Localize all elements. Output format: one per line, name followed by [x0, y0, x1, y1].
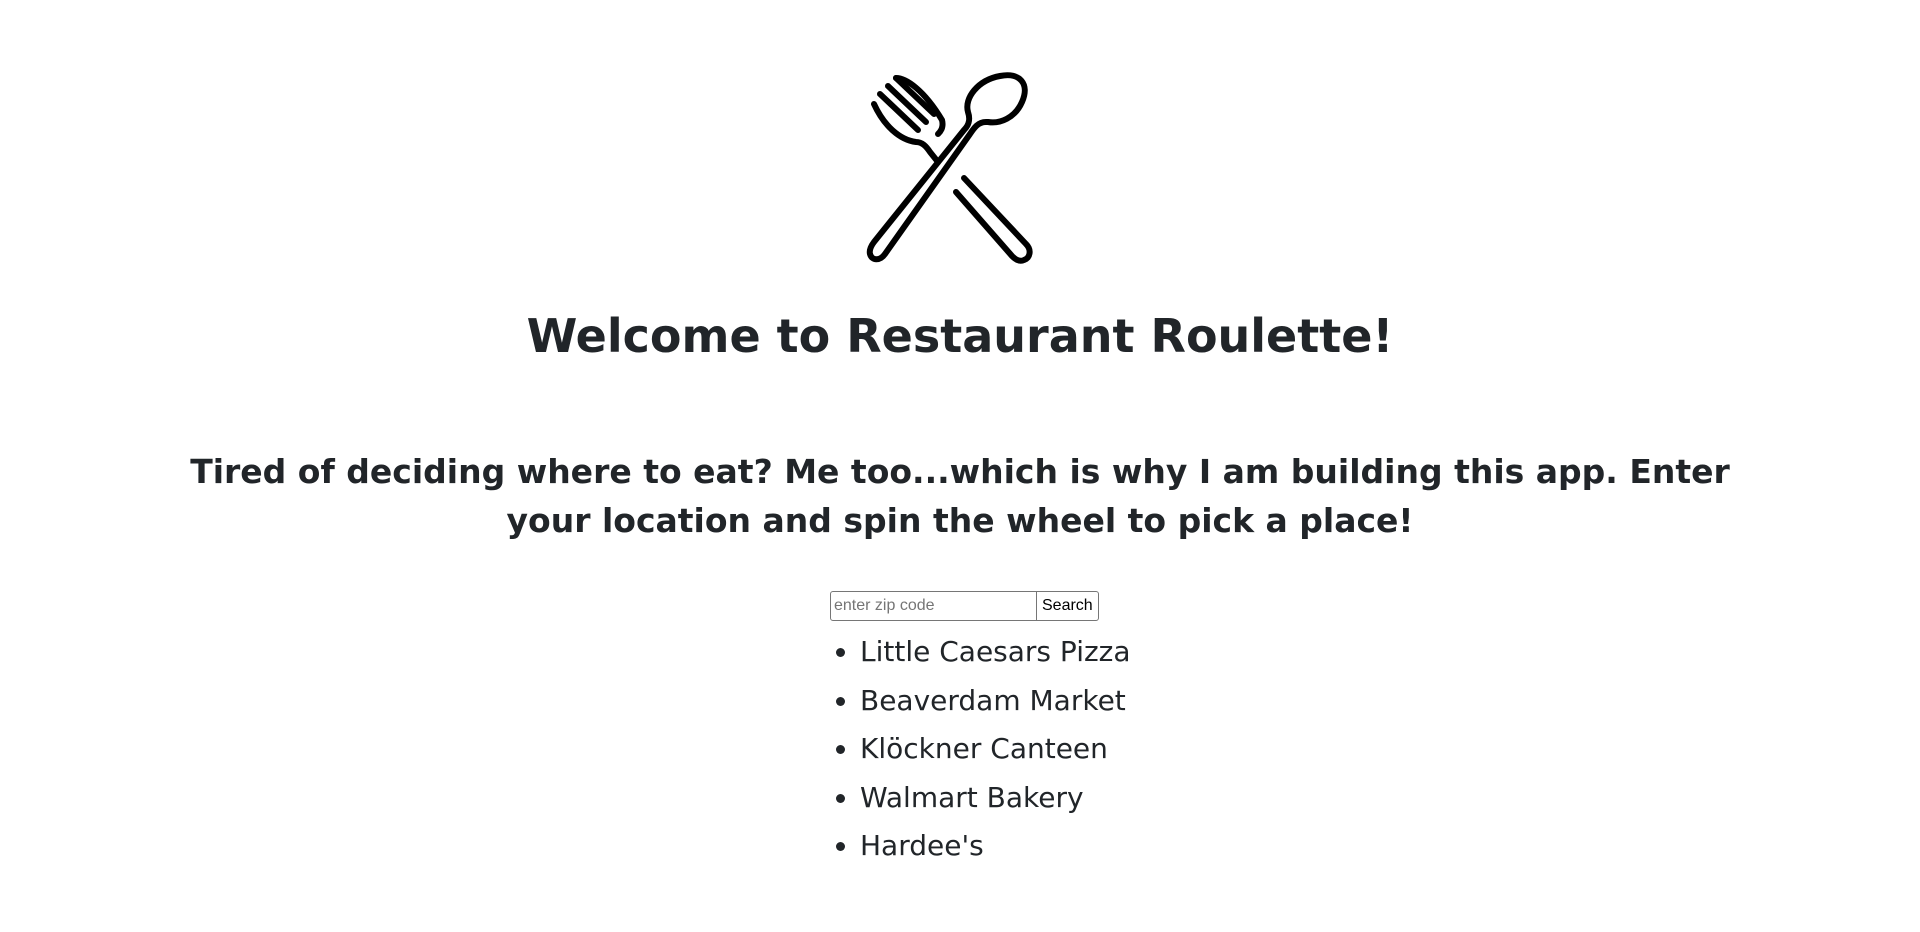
list-item: Hardee's — [860, 822, 1131, 871]
page-title: Welcome to Restaurant Roulette! — [526, 309, 1394, 363]
list-item: Klöckner Canteen — [860, 725, 1131, 774]
logo — [0, 66, 1920, 266]
list-item: Beaverdam Market — [860, 677, 1131, 726]
search-form: Search — [830, 591, 1099, 621]
fork-and-spoon-crossed-icon — [866, 72, 1033, 264]
page: Welcome to Restaurant Roulette! Tired of… — [0, 0, 1920, 932]
list-item: Little Caesars Pizza — [860, 628, 1131, 677]
list-item: Walmart Bakery — [860, 774, 1131, 823]
zip-code-input[interactable] — [830, 591, 1037, 621]
intro-text: Tired of deciding where to eat? Me too..… — [190, 452, 1730, 540]
search-button[interactable]: Search — [1036, 591, 1099, 621]
restaurant-list: Little Caesars Pizza Beaverdam Market Kl… — [830, 628, 1131, 871]
